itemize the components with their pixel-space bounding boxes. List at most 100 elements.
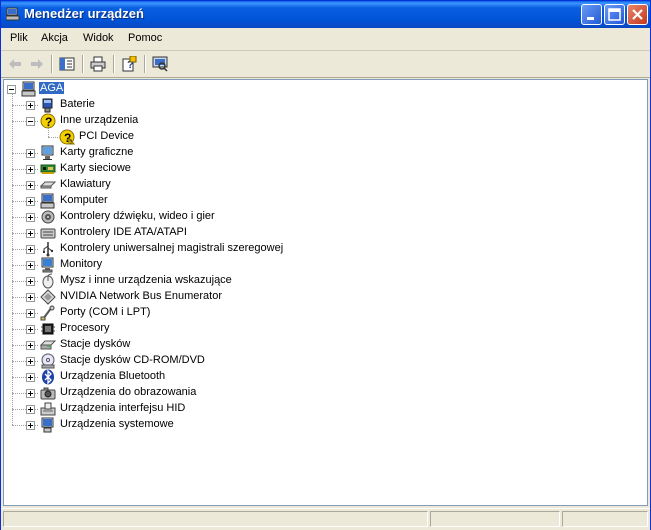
- forward-button[interactable]: [26, 54, 48, 74]
- nvidia-bus-icon: [40, 289, 56, 305]
- menu-pomoc[interactable]: Pomoc: [128, 32, 162, 44]
- device-tree[interactable]: AGA Baterie? Inne urządzenia?! PCI Device Ka…: [3, 79, 648, 506]
- monitor-icon: [40, 257, 56, 273]
- expand-toggle[interactable]: [26, 245, 35, 254]
- properties-help-icon: ?: [122, 56, 137, 72]
- expand-toggle[interactable]: [26, 261, 35, 270]
- cdrom-icon: [40, 353, 56, 369]
- collapse-toggle[interactable]: [7, 85, 16, 94]
- expand-toggle[interactable]: [26, 341, 35, 350]
- menu-akcja[interactable]: Akcja: [41, 32, 68, 44]
- scan-hardware-button[interactable]: [149, 54, 171, 74]
- expand-toggle[interactable]: [26, 101, 35, 110]
- expand-toggle[interactable]: [26, 373, 35, 382]
- expand-toggle[interactable]: [26, 325, 35, 334]
- scan-hardware-icon: [152, 56, 168, 72]
- expand-toggle[interactable]: [26, 405, 35, 414]
- maximize-icon: [608, 8, 621, 21]
- system-devices-icon: [40, 417, 56, 433]
- expand-toggle[interactable]: [26, 197, 35, 206]
- svg-text:!: !: [70, 140, 72, 145]
- disk-drive-icon: [39, 337, 57, 353]
- device-manager-window: Menedżer urządzeń Plik Akcja Widok Pomoc: [0, 0, 651, 530]
- tree-item-label[interactable]: Kontrolery IDE ATA/ATAPI: [59, 226, 188, 238]
- tree-item-label[interactable]: NVIDIA Network Bus Enumerator: [59, 290, 223, 302]
- show-hide-tree-icon: [59, 57, 75, 71]
- battery-icon: [40, 97, 56, 113]
- mouse-icon: [40, 273, 56, 289]
- status-cell-main: [3, 511, 428, 527]
- pci-unknown-icon: ?!: [59, 129, 76, 146]
- forward-icon: [31, 59, 43, 69]
- expand-toggle[interactable]: [26, 165, 35, 174]
- tree-item-label[interactable]: Klawiatury: [59, 178, 112, 190]
- toolbar-separator: [82, 55, 84, 73]
- processor-icon: [40, 321, 56, 337]
- close-button[interactable]: [627, 4, 648, 25]
- tree-item-label[interactable]: Porty (COM i LPT): [59, 306, 151, 318]
- menu-plik[interactable]: Plik: [10, 32, 28, 44]
- window-title: Menedżer urządzeń: [24, 6, 144, 21]
- port-icon: [40, 305, 56, 321]
- tree-item-label[interactable]: Karty graficzne: [59, 146, 134, 158]
- tree-item-label[interactable]: Karty sieciowe: [59, 162, 132, 174]
- device-manager-icon: [6, 7, 20, 21]
- tree-item-label[interactable]: Stacje dysków: [59, 338, 131, 350]
- usb-icon: [40, 241, 56, 257]
- tree-connector: [12, 94, 14, 425]
- tree-connector: [48, 137, 58, 139]
- computer-icon: [40, 193, 56, 209]
- tree-item-label[interactable]: PCI Device: [78, 130, 135, 142]
- expand-toggle[interactable]: [26, 213, 35, 222]
- status-cell-tertiary: [562, 511, 648, 527]
- show-hide-tree-button[interactable]: [56, 54, 78, 74]
- display-adapter-icon: [40, 145, 56, 161]
- menu-widok[interactable]: Widok: [83, 32, 114, 44]
- expand-toggle[interactable]: [26, 293, 35, 302]
- toolbar-separator: [113, 55, 115, 73]
- minimize-icon: [587, 17, 594, 20]
- title-bar[interactable]: Menedżer urządzeń: [1, 1, 650, 28]
- tree-item-label[interactable]: Urządzenia interfejsu HID: [59, 402, 186, 414]
- sound-icon: [40, 209, 56, 225]
- maximize-button[interactable]: [604, 4, 625, 25]
- tree-item-label[interactable]: AGA: [39, 82, 65, 94]
- network-adapter-icon: [40, 161, 56, 177]
- collapse-toggle[interactable]: [26, 117, 35, 126]
- back-button[interactable]: [4, 54, 26, 74]
- expand-toggle[interactable]: [26, 277, 35, 286]
- tree-item-label[interactable]: Urządzenia systemowe: [59, 418, 175, 430]
- bluetooth-icon: [40, 369, 56, 385]
- tree-item-label[interactable]: Monitory: [59, 258, 103, 270]
- expand-toggle[interactable]: [26, 389, 35, 398]
- tree-item-label[interactable]: Inne urządzenia: [59, 114, 139, 126]
- toolbar-separator: [51, 55, 53, 73]
- tree-item-label[interactable]: Mysz i inne urządzenia wskazujące: [59, 274, 233, 286]
- minimize-button[interactable]: [581, 4, 602, 25]
- print-icon: [90, 56, 106, 72]
- tree-item-label[interactable]: Urządzenia do obrazowania: [59, 386, 197, 398]
- status-cell-secondary: [430, 511, 560, 527]
- back-icon: [9, 59, 21, 69]
- expand-toggle[interactable]: [26, 357, 35, 366]
- status-bar: [1, 508, 650, 530]
- expand-toggle[interactable]: [26, 149, 35, 158]
- expand-toggle[interactable]: [26, 181, 35, 190]
- print-button[interactable]: [87, 54, 109, 74]
- tree-item-label[interactable]: Stacje dysków CD-ROM/DVD: [59, 354, 206, 366]
- close-icon: [632, 9, 643, 20]
- tree-item-label[interactable]: Urządzenia Bluetooth: [59, 370, 166, 382]
- tree-connector: [48, 126, 50, 137]
- toolbar-separator: [144, 55, 146, 73]
- tree-item-label[interactable]: Komputer: [59, 194, 109, 206]
- properties-help-button[interactable]: ?: [118, 54, 140, 74]
- tree-item-label[interactable]: Kontrolery uniwersalnej magistrali szere…: [59, 242, 284, 254]
- toolbar: ?: [1, 51, 650, 78]
- expand-toggle[interactable]: [26, 421, 35, 430]
- keyboard-icon: [39, 177, 57, 193]
- expand-toggle[interactable]: [26, 229, 35, 238]
- tree-item-label[interactable]: Kontrolery dźwięku, wideo i gier: [59, 210, 216, 222]
- tree-item-label[interactable]: Baterie: [59, 98, 96, 110]
- tree-item-label[interactable]: Procesory: [59, 322, 111, 334]
- expand-toggle[interactable]: [26, 309, 35, 318]
